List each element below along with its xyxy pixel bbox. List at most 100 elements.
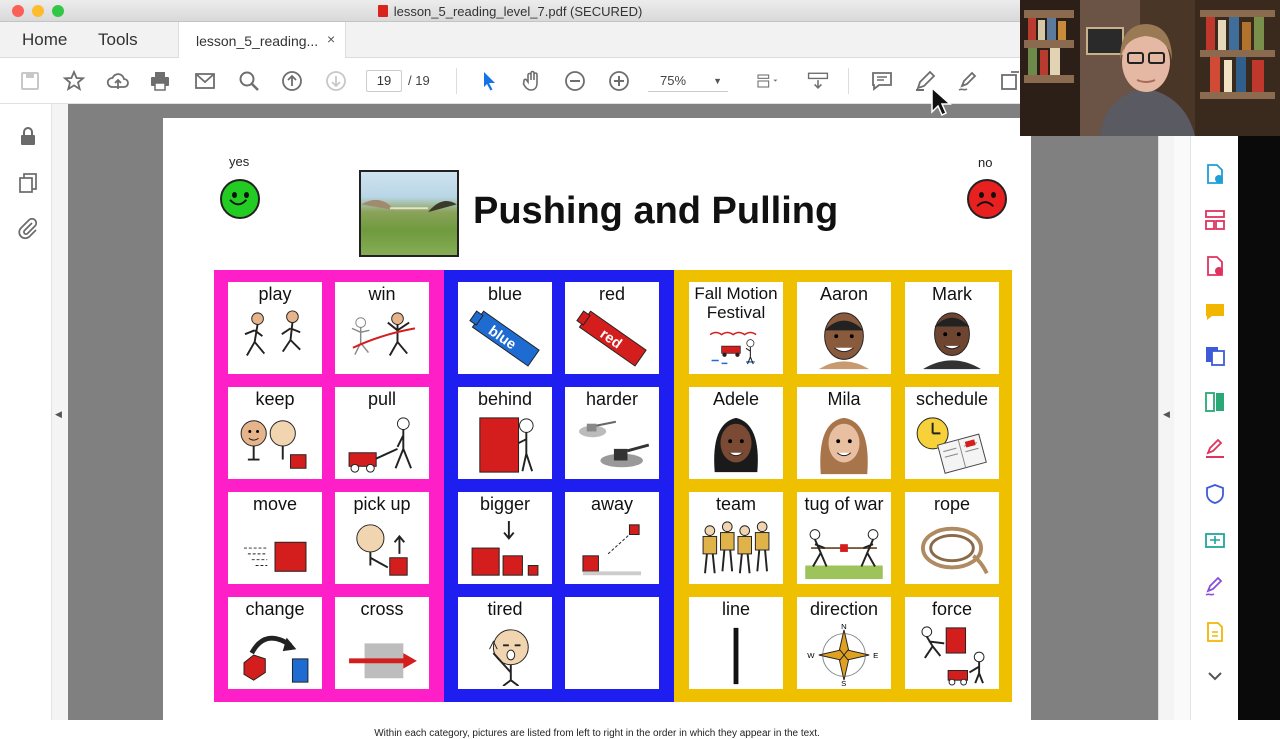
protect-shield-icon[interactable] <box>1203 482 1227 506</box>
symbol-card-aaron: Aaron <box>797 282 891 374</box>
symbol-card-blue: blue blue <box>458 282 552 374</box>
organize-pages-icon[interactable] <box>1203 208 1227 232</box>
scroll-mode-icon[interactable] <box>804 69 832 93</box>
svg-text:W: W <box>807 651 815 660</box>
toolbar: 19 / 19 75% ▼ <box>0 58 1020 104</box>
print-icon[interactable] <box>148 69 172 93</box>
symbol-card-pull: pull <box>335 387 429 479</box>
symbol-label: cross <box>360 599 404 619</box>
footer-note: Within each category, pictures are liste… <box>374 728 820 739</box>
symbol-label: pick up <box>353 494 411 514</box>
symbol-label: Mila <box>827 389 861 409</box>
search-zoom-icon[interactable] <box>237 69 261 93</box>
rope-symbol-icon <box>921 526 989 575</box>
blue-symbol-icon: blue <box>469 310 540 367</box>
more-tools-icon[interactable] <box>1203 620 1227 644</box>
sign-pen-icon[interactable] <box>956 69 980 93</box>
combine-files-icon[interactable] <box>1203 344 1227 368</box>
tab-document[interactable]: lesson_5_reading... × <box>178 22 346 59</box>
export-pdf-icon[interactable] <box>1203 254 1227 278</box>
yes-label: yes <box>229 154 250 169</box>
symbol-label: away <box>590 494 634 514</box>
symbol-label: Aaron <box>819 284 869 304</box>
close-tab-icon[interactable]: × <box>327 31 335 47</box>
create-pdf-icon[interactable] <box>1203 162 1227 186</box>
svg-text:S: S <box>841 679 846 686</box>
symbol-card-mark: Mark <box>905 282 999 374</box>
send-for-review-icon[interactable] <box>1203 528 1227 552</box>
page-thumbnails-icon[interactable] <box>16 171 40 195</box>
board-category-3: Fall Motion Festival Aaron Mark Adele Mila sc… <box>674 270 1012 702</box>
next-page-icon[interactable] <box>324 69 348 93</box>
symbol-card-move: move <box>228 492 322 584</box>
previous-page-icon[interactable] <box>280 69 304 93</box>
pull-symbol-icon <box>348 417 412 473</box>
share-icon[interactable] <box>999 69 1019 93</box>
fill-sign-icon[interactable] <box>1203 436 1227 460</box>
pick-up-symbol-icon <box>356 524 408 576</box>
no-frowny-icon <box>967 179 1007 219</box>
symbol-label: Adele <box>712 389 760 409</box>
screen-border <box>1238 136 1280 720</box>
chevron-down-icon[interactable] <box>1203 664 1227 688</box>
symbol-label: win <box>368 284 396 304</box>
zoom-level-value: 75% <box>660 73 687 88</box>
team-symbol-icon <box>702 521 770 574</box>
page-total: / 19 <box>408 73 430 88</box>
hand-pan-icon[interactable] <box>520 69 544 93</box>
attachment-paperclip-icon[interactable] <box>16 216 40 240</box>
chevron-left-icon: ◀ <box>1163 409 1170 419</box>
document-viewport[interactable]: yes no Pushing and Pulling play win keep pu… <box>68 104 1158 739</box>
svg-text:N: N <box>841 624 847 631</box>
symbol-label: pull <box>367 389 397 409</box>
symbol-card-direction: direction N S W E <box>797 597 891 689</box>
page-display-icon[interactable] <box>750 69 786 93</box>
keep-symbol-icon <box>240 420 307 469</box>
select-pointer-icon[interactable] <box>477 69 501 93</box>
zoom-in-icon[interactable] <box>607 69 631 93</box>
window-title: lesson_5_reading_level_7.pdf (SECURED) <box>0 4 1020 19</box>
tired-symbol-icon <box>489 629 529 686</box>
symbol-card-change: change <box>228 597 322 689</box>
symbol-card-behind: behind <box>458 387 552 479</box>
symbol-card-play: play <box>228 282 322 374</box>
tab-tools[interactable]: Tools <box>98 30 138 50</box>
symbol-card-schedule: schedule <box>905 387 999 479</box>
save-icon[interactable] <box>18 69 42 93</box>
page-number-input[interactable]: 19 <box>366 70 402 92</box>
compare-files-icon[interactable] <box>1203 390 1227 414</box>
tug-of-war-photo <box>359 170 459 257</box>
upload-cloud-icon[interactable] <box>106 69 130 93</box>
zoom-out-icon[interactable] <box>563 69 587 93</box>
play-symbol-icon <box>244 310 301 356</box>
away-symbol-icon <box>582 524 642 576</box>
vertical-scrollbar[interactable] <box>1174 136 1190 720</box>
aaron-symbol-icon <box>818 312 870 370</box>
right-panel-toggle[interactable]: ◀ <box>1158 136 1174 720</box>
zoom-level-select[interactable]: 75% ▼ <box>648 70 728 92</box>
behind-symbol-icon <box>479 417 534 473</box>
email-icon[interactable] <box>193 69 217 93</box>
symbol-card-adele: Adele <box>689 387 783 479</box>
symbol-card-bigger: bigger <box>458 492 552 584</box>
symbol-label: behind <box>477 389 533 409</box>
tab-home[interactable]: Home <box>22 30 67 50</box>
chevron-down-icon: ▼ <box>713 76 722 86</box>
symbol-card-win: win <box>335 282 429 374</box>
symbol-label: Fall Motion Festival <box>694 284 778 322</box>
symbol-label: change <box>245 599 305 619</box>
symbol-label: move <box>252 494 297 514</box>
lock-icon[interactable] <box>16 124 40 148</box>
certificate-sign-icon[interactable] <box>1203 574 1227 598</box>
bookmark-star-icon[interactable] <box>62 69 86 93</box>
board-category-1: play win keep pull move pick up change cross <box>214 270 444 702</box>
comment-icon[interactable] <box>870 69 894 93</box>
left-panel-toggle[interactable]: ◀ <box>52 104 68 720</box>
win-symbol-icon <box>351 312 416 356</box>
fall-motion-festival-symbol-icon <box>709 331 757 365</box>
symbol-card-line: line <box>689 597 783 689</box>
comment-tool-icon[interactable] <box>1203 300 1227 324</box>
symbol-label: tug of war <box>804 494 884 514</box>
symbol-card-pick-up: pick up <box>335 492 429 584</box>
symbol-card-empty <box>565 597 659 689</box>
